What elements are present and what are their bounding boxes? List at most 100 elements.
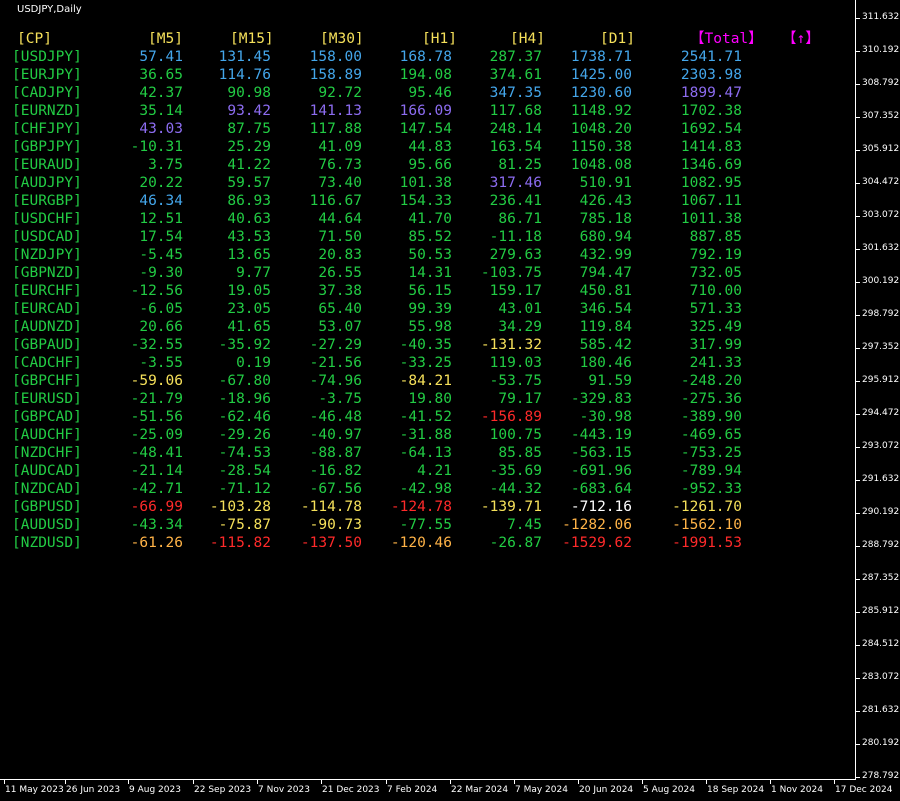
value-h4: -35.69 xyxy=(489,463,542,479)
header-m5: [M5] xyxy=(148,31,183,47)
symbol-label: [NZDCAD] xyxy=(12,481,82,497)
time-tick xyxy=(65,780,66,784)
value-h4: -26.87 xyxy=(489,535,542,551)
value-total: -789.94 xyxy=(680,463,742,479)
price-tick xyxy=(856,183,860,184)
value-m5: -12.56 xyxy=(130,283,183,299)
symbol-label: [EURCHF] xyxy=(12,283,82,299)
price-tick xyxy=(856,18,860,19)
value-m15: 131.45 xyxy=(218,49,271,65)
price-label: 295.912 xyxy=(862,375,900,385)
value-m15: -115.82 xyxy=(209,535,271,551)
price-label: 281.632 xyxy=(862,705,900,715)
price-tick xyxy=(856,711,860,712)
time-tick xyxy=(128,780,129,784)
value-m30: -3.75 xyxy=(318,391,362,407)
value-m15: -75.87 xyxy=(218,517,271,533)
price-label: 280.192 xyxy=(862,738,900,748)
value-d1: 510.91 xyxy=(579,175,632,191)
symbol-label: [GBPUSD] xyxy=(12,499,82,515)
value-d1: 1048.20 xyxy=(570,121,632,137)
value-d1: 119.84 xyxy=(579,319,632,335)
symbol-label: [AUDCHF] xyxy=(12,427,82,443)
symbol-label: [EURUSD] xyxy=(12,391,82,407)
value-h4: 159.17 xyxy=(489,283,542,299)
value-m30: -46.48 xyxy=(309,409,362,425)
value-total: 2303.98 xyxy=(680,67,742,83)
value-h4: 79.17 xyxy=(498,391,542,407)
value-h4: 374.61 xyxy=(489,67,542,83)
value-d1: 794.47 xyxy=(579,265,632,281)
value-total: 732.05 xyxy=(689,265,742,281)
value-d1: 1150.38 xyxy=(570,139,632,155)
value-h1: 95.46 xyxy=(408,85,452,101)
value-m30: -90.73 xyxy=(309,517,362,533)
price-label: 283.072 xyxy=(862,672,900,682)
time-label: 18 Sep 2024 xyxy=(707,785,765,795)
value-h1: 55.98 xyxy=(408,319,452,335)
time-axis[interactable]: 11 May 2023 26 Jun 2023 9 Aug 2023 22 Sep 2… xyxy=(0,779,893,801)
value-m30: 92.72 xyxy=(318,85,362,101)
value-h1: 85.52 xyxy=(408,229,452,245)
value-total: 1899.47 xyxy=(680,85,742,101)
value-h4: 117.68 xyxy=(489,103,542,119)
price-tick xyxy=(856,480,860,481)
header-d1: [D1] xyxy=(600,31,635,47)
value-m30: 53.07 xyxy=(318,319,362,335)
value-m30: -74.96 xyxy=(309,373,362,389)
price-tick xyxy=(856,117,860,118)
price-tick xyxy=(856,414,860,415)
value-m30: -88.87 xyxy=(309,445,362,461)
symbol-label: [GBPJPY] xyxy=(12,139,82,155)
value-total: 2541.71 xyxy=(680,49,742,65)
value-m5: 57.41 xyxy=(139,49,183,65)
value-total: -753.25 xyxy=(680,445,742,461)
symbol-label: [EURAUD] xyxy=(12,157,82,173)
value-m30: -40.97 xyxy=(309,427,362,443)
value-total: 1067.11 xyxy=(680,193,742,209)
value-d1: 432.99 xyxy=(579,247,632,263)
value-m5: 42.37 xyxy=(139,85,183,101)
value-h1: 166.09 xyxy=(399,103,452,119)
value-m15: 23.05 xyxy=(227,301,271,317)
value-d1: -1529.62 xyxy=(562,535,632,551)
price-label: 287.352 xyxy=(862,573,900,583)
value-h4: 43.01 xyxy=(498,301,542,317)
value-m30: 37.38 xyxy=(318,283,362,299)
value-h4: 287.37 xyxy=(489,49,542,65)
value-total: 241.33 xyxy=(689,355,742,371)
value-d1: 91.59 xyxy=(588,373,632,389)
value-d1: 346.54 xyxy=(579,301,632,317)
value-m5: -3.55 xyxy=(139,355,183,371)
value-d1: 450.81 xyxy=(579,283,632,299)
price-tick xyxy=(856,216,860,217)
value-m5: 20.22 xyxy=(139,175,183,191)
value-h4: 119.03 xyxy=(489,355,542,371)
value-m15: 0.19 xyxy=(236,355,271,371)
value-h4: -156.89 xyxy=(480,409,542,425)
time-tick xyxy=(386,780,387,784)
value-d1: 785.18 xyxy=(579,211,632,227)
value-total: -952.33 xyxy=(680,481,742,497)
value-m5: -9.30 xyxy=(139,265,183,281)
symbol-label: [GBPAUD] xyxy=(12,337,82,353)
value-m5: -66.99 xyxy=(130,499,183,515)
value-h1: -33.25 xyxy=(399,355,452,371)
value-d1: 1048.08 xyxy=(570,157,632,173)
price-label: 298.792 xyxy=(862,309,900,319)
time-label: 26 Jun 2023 xyxy=(66,785,121,795)
price-label: 308.792 xyxy=(862,78,900,88)
price-label: 293.072 xyxy=(862,441,900,451)
time-label: 11 May 2023 xyxy=(5,785,64,795)
value-m15: 13.65 xyxy=(227,247,271,263)
price-axis[interactable]: 311.632 310.192 308.792 307.352 305.912 304.4… xyxy=(855,0,900,781)
value-m30: 26.55 xyxy=(318,265,362,281)
symbol-label: [USDCHF] xyxy=(12,211,82,227)
price-tick xyxy=(856,150,860,151)
symbol-label: [AUDNZD] xyxy=(12,319,82,335)
value-h4: 236.41 xyxy=(489,193,542,209)
value-m15: 41.65 xyxy=(227,319,271,335)
price-tick xyxy=(856,282,860,283)
value-h1: 99.39 xyxy=(408,301,452,317)
symbol-label: [AUDCAD] xyxy=(12,463,82,479)
